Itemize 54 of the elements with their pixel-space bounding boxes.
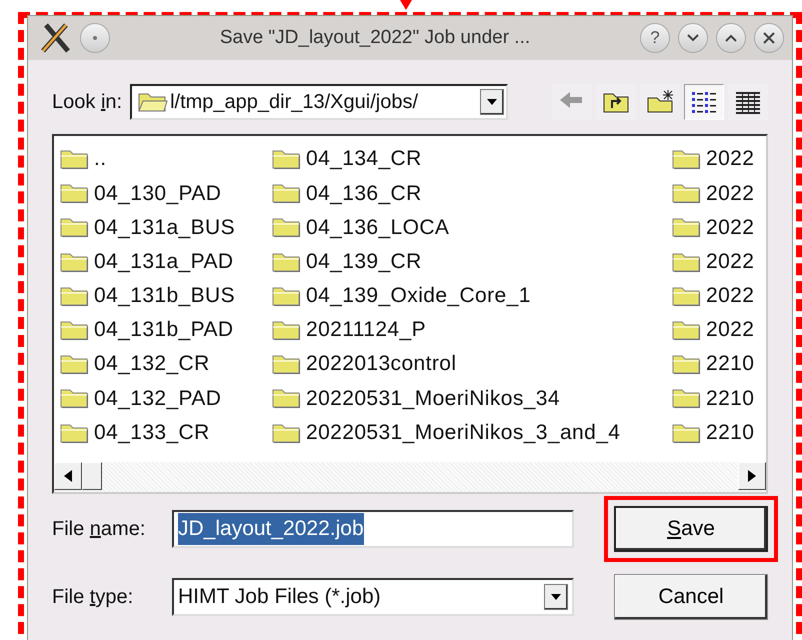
look-in-dropdown[interactable]: l/tmp_app_dir_13/Xgui/jobs/: [130, 84, 508, 120]
file-name-field[interactable]: JD_layout_2022.job: [172, 510, 574, 548]
folder-item[interactable]: ..: [60, 142, 272, 176]
dropdown-arrow-icon: [550, 593, 562, 601]
scroll-left-icon: [63, 470, 73, 482]
close-icon: [761, 30, 777, 46]
folder-item[interactable]: 2022: [672, 210, 766, 245]
folder-item[interactable]: 04_139_Oxide_Core_1: [272, 278, 672, 313]
folder-item[interactable]: 04_134_CR: [272, 142, 672, 176]
dot-icon: [92, 35, 98, 41]
folder-item[interactable]: 04_131b_BUS: [60, 278, 272, 313]
folder-item[interactable]: 04_132_CR: [60, 347, 272, 382]
folder-item[interactable]: 2022013control: [272, 347, 672, 382]
file-type-dropdown[interactable]: HIMT Job Files (*.job): [172, 578, 574, 616]
scroll-thumb[interactable]: [82, 462, 102, 490]
file-type-label: File type:: [52, 585, 134, 610]
new-folder-button[interactable]: [640, 84, 680, 120]
detail-view-button[interactable]: [728, 84, 768, 120]
maximize-button[interactable]: [716, 23, 746, 53]
scroll-right-icon: [747, 470, 757, 482]
folder-item[interactable]: 04_131a_PAD: [60, 244, 272, 279]
folder-item[interactable]: 2022: [672, 176, 766, 210]
up-button[interactable]: [596, 84, 636, 120]
horizontal-scrollbar[interactable]: [54, 462, 766, 492]
folder-item[interactable]: 20220531_MoeriNikos_3_and_4: [272, 416, 672, 450]
window-title: Save "JD_layout_2022" Job under ...: [218, 26, 532, 50]
folder-item[interactable]: 04_139_CR: [272, 244, 672, 279]
dropdown-arrow-icon: [486, 98, 498, 106]
dialog-button[interactable]: Cancel: [614, 574, 768, 620]
folder-item[interactable]: 20220531_MoeriNikos_34: [272, 381, 672, 416]
folder-item[interactable]: 2022: [672, 142, 766, 176]
folder-item[interactable]: 2210: [672, 381, 766, 416]
folder-item[interactable]: 04_131b_PAD: [60, 312, 272, 348]
dialog-button[interactable]: Save: [614, 506, 768, 552]
folder-item[interactable]: 20211124_P: [272, 312, 672, 348]
look-in-label: Look in:: [52, 90, 122, 115]
folder-item[interactable]: 04_130_PAD: [60, 176, 272, 210]
folder-item[interactable]: 04_131a_BUS: [60, 210, 272, 245]
folder-item[interactable]: 04_136_LOCA: [272, 210, 672, 245]
folder-item[interactable]: 04_133_CR: [60, 416, 272, 450]
folder-item[interactable]: 2022: [672, 312, 766, 348]
folder-item[interactable]: 04_132_PAD: [60, 381, 272, 416]
folder-item[interactable]: 2210: [672, 416, 766, 450]
look-in-value: l/tmp_app_dir_13/Xgui/jobs/: [170, 90, 420, 115]
folder-item[interactable]: 04_136_CR: [272, 176, 672, 210]
list-view-button[interactable]: [684, 84, 724, 120]
folder-item[interactable]: 2210: [672, 347, 766, 382]
folder-item[interactable]: 2022: [672, 278, 766, 313]
folder-item[interactable]: 2022: [672, 244, 766, 279]
close-button[interactable]: [754, 23, 784, 53]
help-button[interactable]: ?: [640, 23, 670, 53]
file-name-label: File name:: [52, 517, 146, 542]
minimize-button[interactable]: [678, 23, 708, 53]
app-icon: [38, 21, 72, 55]
